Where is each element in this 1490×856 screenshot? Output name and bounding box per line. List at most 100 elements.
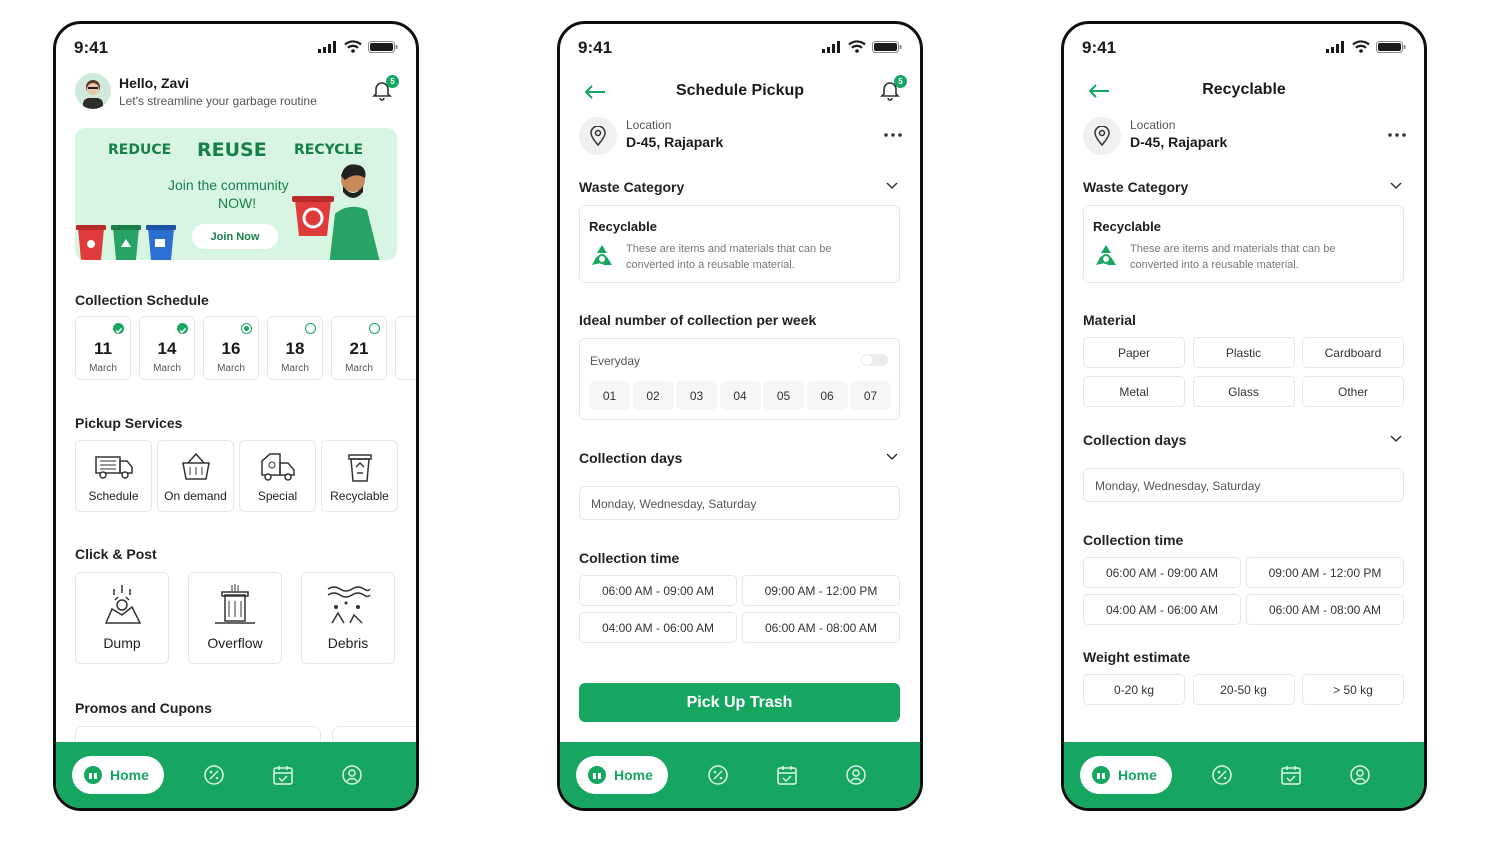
percent-icon[interactable] [707, 764, 729, 786]
time-slot[interactable]: 09:00 AM - 12:00 PM [742, 575, 900, 606]
date-card[interactable]: 16 March [203, 316, 259, 380]
more-icon[interactable] [1388, 133, 1406, 137]
collection-days-field[interactable]: Monday, Wednesday, Saturday [579, 486, 900, 520]
signal-icon [822, 40, 840, 53]
more-icon[interactable] [884, 133, 902, 137]
profile-icon[interactable] [341, 764, 363, 786]
notification-button[interactable]: 5 [371, 75, 399, 105]
date-card[interactable]: 11 March [75, 316, 131, 380]
profile-icon[interactable] [845, 764, 867, 786]
time-slot[interactable]: 04:00 AM - 06:00 AM [1083, 594, 1241, 625]
date-card[interactable]: 14 March [139, 316, 195, 380]
waste-category-title: Waste Category [579, 179, 685, 195]
material-option[interactable]: Other [1302, 376, 1404, 407]
battery-icon [872, 40, 902, 53]
date-day: 14 [157, 339, 177, 358]
service-recyclable[interactable]: Recyclable [321, 440, 398, 512]
status-time: 9:41 [578, 38, 613, 57]
pick-up-trash-button[interactable]: Pick Up Trash [579, 683, 900, 722]
date-card[interactable]: 21 March [331, 316, 387, 380]
battery-icon [368, 40, 398, 53]
frequency-option[interactable]: 02 [632, 381, 674, 410]
collection-days-field[interactable]: Monday, Wednesday, Saturday [1083, 468, 1404, 502]
frequency-option[interactable]: 07 [850, 381, 891, 410]
material-title: Material [1083, 312, 1136, 328]
weight-option[interactable]: 0-20 kg [1083, 674, 1185, 705]
profile-icon[interactable] [1349, 764, 1371, 786]
category-desc-1: These are items and materials that can b… [1130, 243, 1336, 255]
category-card[interactable]: Recyclable These are items and materials… [579, 205, 900, 283]
status-time: 9:41 [1082, 38, 1117, 57]
page-title: Recyclable [1202, 81, 1286, 98]
material-option[interactable]: Metal [1083, 376, 1185, 407]
time-slot[interactable]: 06:00 AM - 08:00 AM [1246, 594, 1404, 625]
time-slot[interactable]: 06:00 AM - 09:00 AM [1083, 557, 1241, 588]
clickpost-dump[interactable]: Dump [75, 572, 169, 664]
frequency-option[interactable]: 04 [719, 381, 761, 410]
chevron-down-icon[interactable] [1390, 435, 1402, 443]
collection-time-title: Collection time [1083, 532, 1184, 548]
banner-line2: NOW! [218, 195, 257, 211]
service-schedule[interactable]: Schedule [75, 440, 152, 512]
truck-icon [94, 456, 133, 479]
service-special[interactable]: Special [239, 440, 316, 512]
notification-button[interactable]: 5 [879, 75, 907, 105]
collection-days-value: Monday, Wednesday, Saturday [591, 497, 757, 511]
chevron-down-icon[interactable] [886, 453, 898, 461]
location-label: Location [626, 118, 672, 132]
greeting: Hello, Zavi [119, 75, 190, 91]
banner-reuse: REUSE [197, 139, 267, 161]
join-now-button[interactable]: Join Now [192, 224, 278, 249]
frequency-option[interactable]: 01 [589, 381, 630, 410]
material-option[interactable]: Glass [1192, 376, 1295, 407]
date-day: 11 [94, 339, 112, 358]
date-card[interactable]: 2M [395, 316, 416, 380]
material-option[interactable]: Plastic [1192, 337, 1295, 368]
time-slot[interactable]: 06:00 AM - 08:00 AM [742, 612, 900, 643]
material-option[interactable]: Paper [1083, 337, 1185, 368]
category-desc-1: These are items and materials that can b… [626, 243, 832, 255]
calendar-icon[interactable] [1280, 764, 1302, 786]
frequency-option[interactable]: 06 [806, 381, 848, 410]
nav-home-label: Home [1118, 767, 1157, 783]
nav-home[interactable]: Home [576, 756, 668, 794]
nav-home[interactable]: Home [72, 756, 164, 794]
date-day: 16 [221, 339, 241, 358]
chevron-down-icon[interactable] [886, 182, 898, 190]
check-circle-icon [177, 323, 188, 334]
location-pin-icon [1094, 126, 1110, 146]
calendar-icon[interactable] [776, 764, 798, 786]
clickpost-overflow[interactable]: Overflow [188, 572, 282, 664]
material-option[interactable]: Cardboard [1302, 337, 1404, 368]
service-on-demand[interactable]: On demand [157, 440, 234, 512]
category-card[interactable]: Recyclable These are items and materials… [1083, 205, 1404, 283]
weight-option[interactable]: 20-50 kg [1192, 674, 1295, 705]
location-pin [1083, 117, 1121, 155]
everyday-toggle[interactable] [861, 354, 888, 366]
frequency-option[interactable]: 05 [763, 381, 804, 410]
clickpost-label: Dump [103, 635, 141, 651]
time-slot[interactable]: 04:00 AM - 06:00 AM [579, 612, 737, 643]
percent-icon[interactable] [203, 764, 225, 786]
percent-icon[interactable] [1211, 764, 1233, 786]
weight-estimate-title: Weight estimate [1083, 649, 1191, 665]
weight-option[interactable]: > 50 kg [1302, 674, 1404, 705]
date-month: March [281, 363, 309, 374]
frequency-option[interactable]: 03 [676, 381, 717, 410]
recycle-bin-icon [347, 454, 372, 482]
status-bar: 9:41 [560, 38, 920, 58]
notification-badge: 5 [386, 75, 399, 88]
clickpost-debris[interactable]: Debris [301, 572, 395, 664]
nav-home-label: Home [614, 767, 653, 783]
avatar[interactable] [75, 73, 111, 109]
wifi-icon [848, 40, 866, 53]
time-slot[interactable]: 09:00 AM - 12:00 PM [1246, 557, 1404, 588]
nav-home[interactable]: Home [1080, 756, 1172, 794]
status-bar: 9:41 [56, 38, 416, 58]
category-name: Recyclable [1093, 219, 1161, 234]
calendar-icon[interactable] [272, 764, 294, 786]
collection-time-title: Collection time [579, 550, 680, 566]
date-card[interactable]: 18 March [267, 316, 323, 380]
chevron-down-icon[interactable] [1390, 182, 1402, 190]
time-slot[interactable]: 06:00 AM - 09:00 AM [579, 575, 737, 606]
